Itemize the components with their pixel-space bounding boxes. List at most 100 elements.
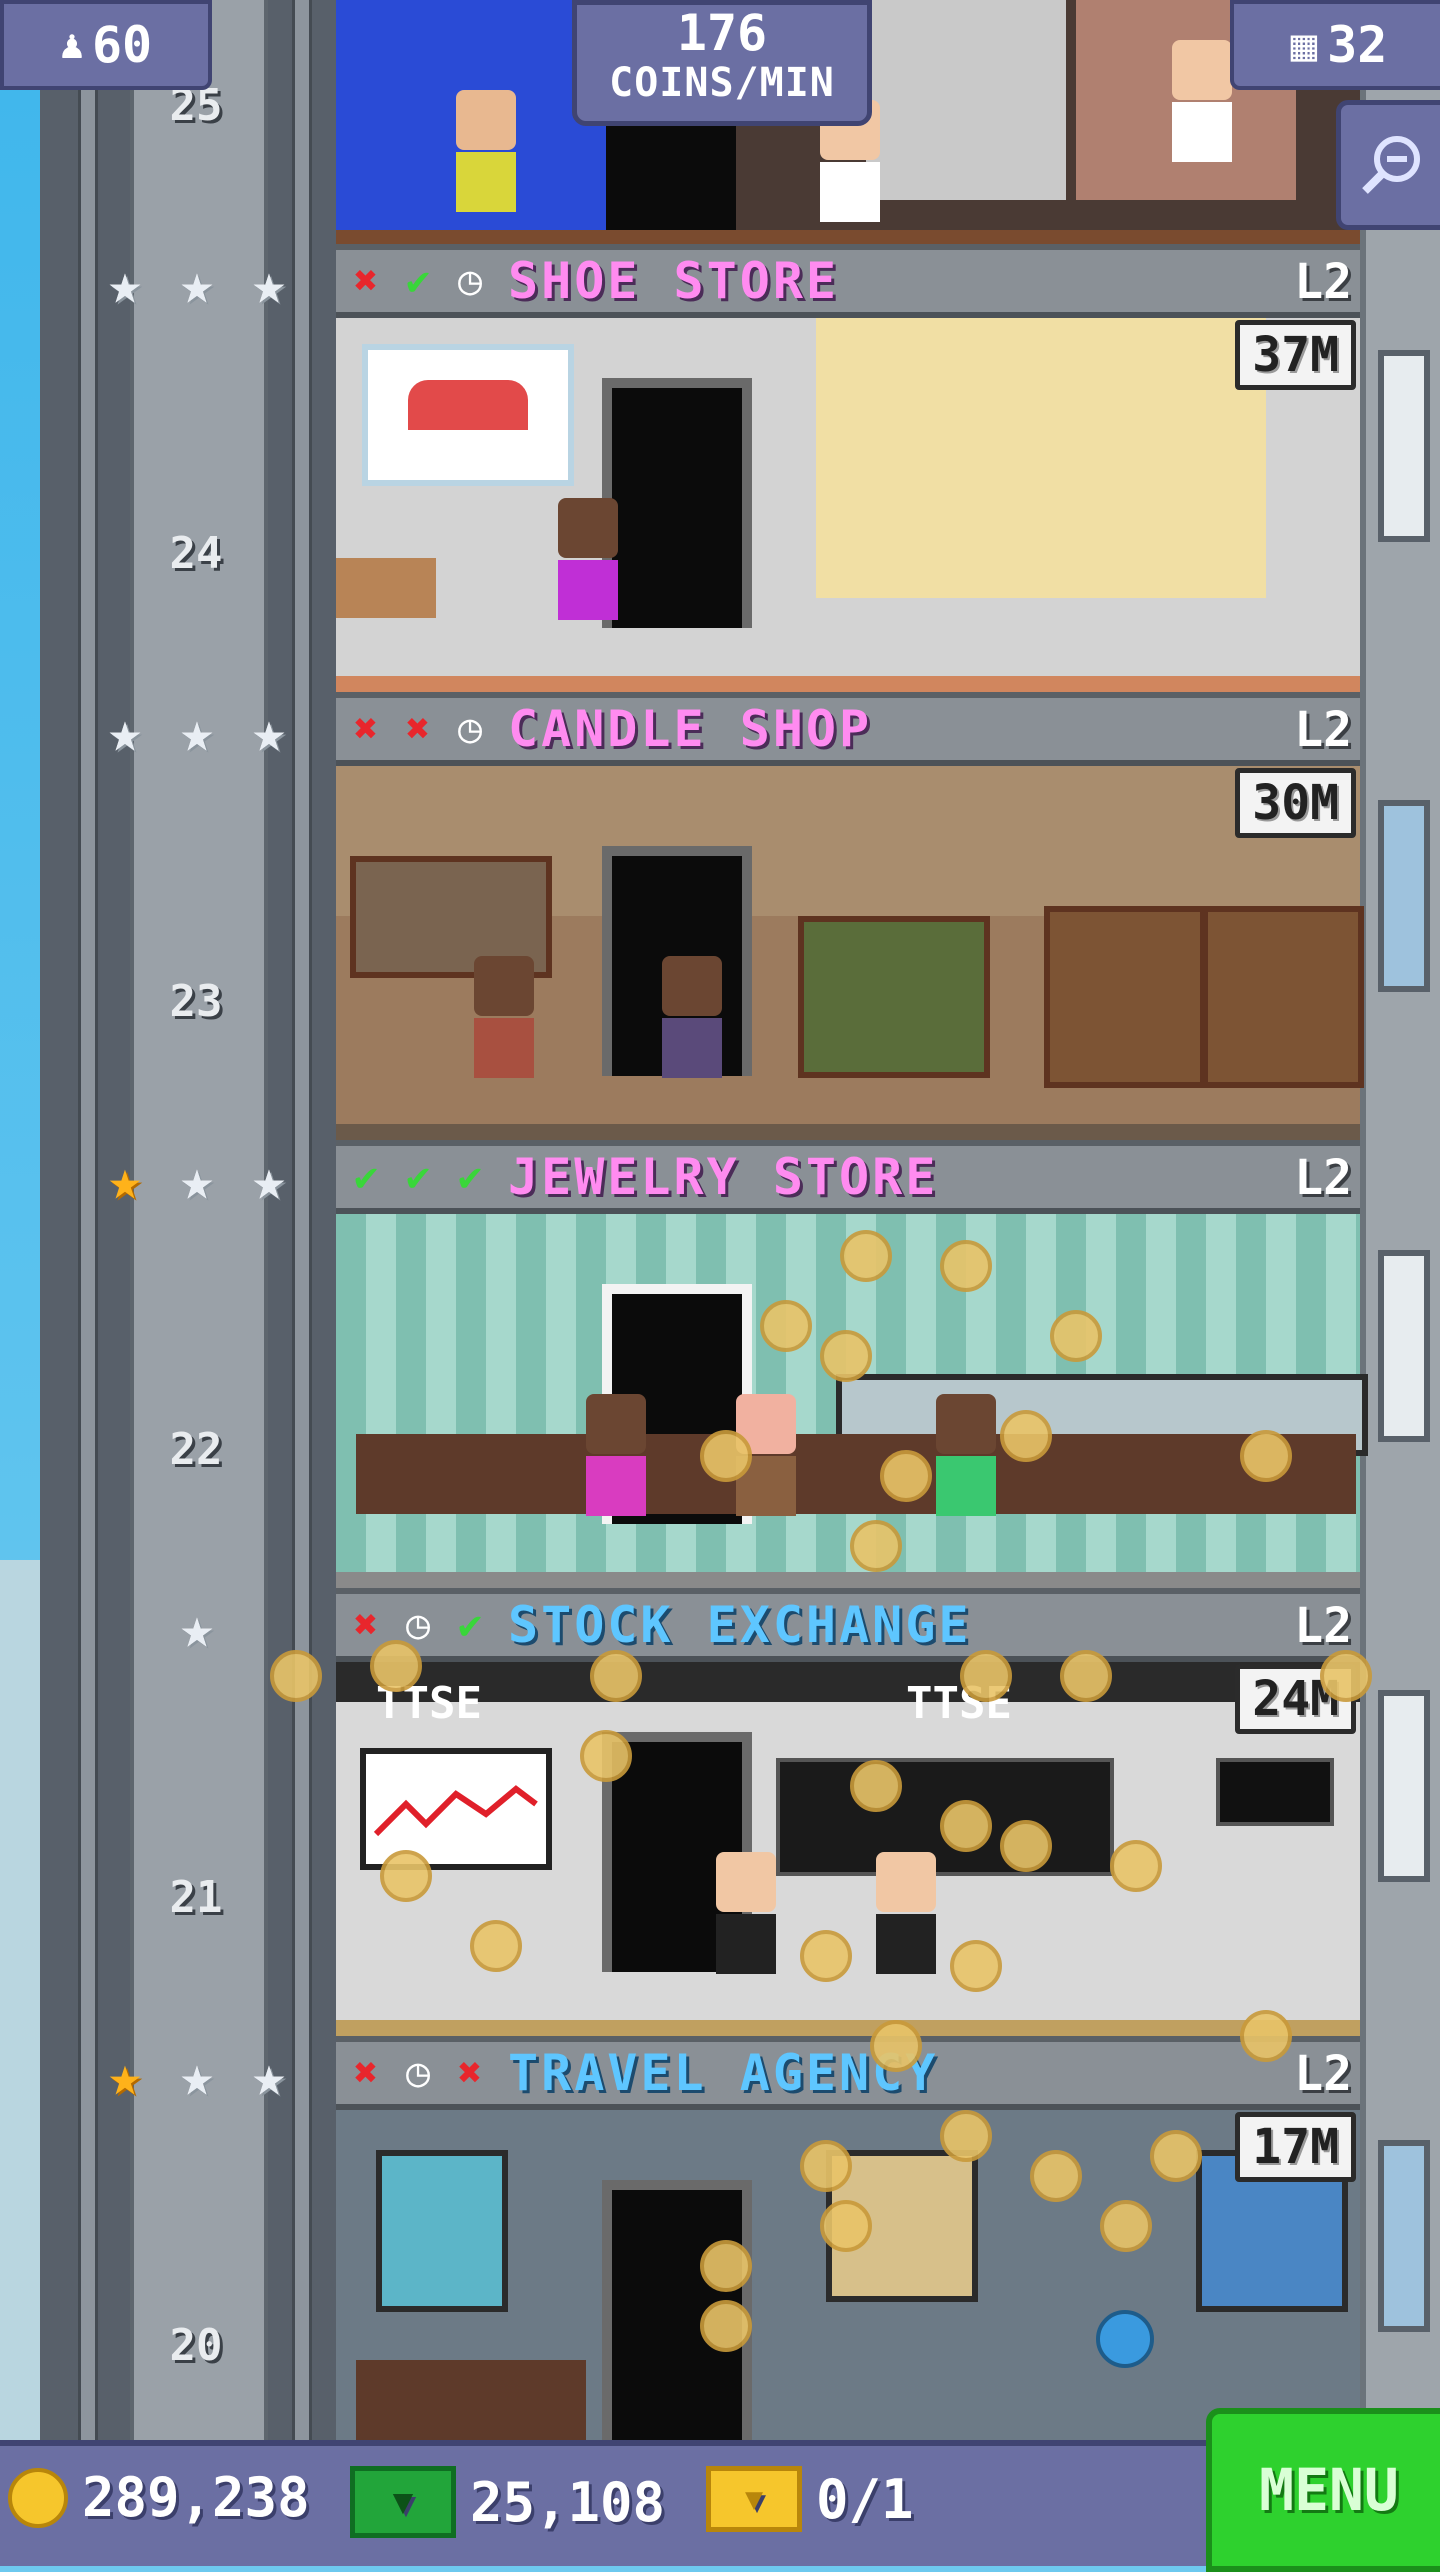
x-icon: ✖ — [405, 706, 431, 752]
exterior-window — [1378, 1690, 1430, 1882]
citizen[interactable] — [474, 956, 534, 1078]
silver-star-icon: ★ — [252, 1148, 286, 1213]
x-icon: ✖ — [457, 2050, 483, 2096]
coin-icon — [850, 1520, 902, 1572]
citizen[interactable] — [456, 90, 516, 212]
stock-badge: 37M — [1235, 320, 1356, 390]
store-level: L2 — [1294, 1598, 1352, 1654]
silver-star-icon: ★ — [180, 2044, 214, 2109]
store-name: CANDLE SHOP — [508, 700, 873, 758]
coins-per-min-unit: COINS/MIN — [609, 60, 835, 106]
floor-stars: ★ ★ ★ — [96, 256, 298, 314]
candle-shelf — [1202, 906, 1364, 1088]
tickets-display[interactable]: ▼ 0/1 — [706, 2466, 914, 2532]
x-icon: ✖ — [353, 258, 379, 304]
globe-icon — [1096, 2310, 1154, 2368]
coin-icon — [1240, 2010, 1292, 2062]
citizen[interactable] — [662, 956, 722, 1078]
coin-icon — [700, 1430, 752, 1482]
coin-icon — [800, 1930, 852, 1982]
check-icon: ✔ — [457, 1154, 483, 1200]
gold-star-icon: ★ — [108, 1148, 142, 1213]
shoe-display-wall — [816, 318, 1266, 598]
coin-icon — [850, 1760, 902, 1812]
coin-icon — [1150, 2130, 1202, 2182]
citizen[interactable] — [1172, 40, 1232, 162]
time-display — [1216, 1758, 1334, 1826]
coin-icon — [1240, 1430, 1292, 1482]
store-name: JEWELRY STORE — [508, 1148, 939, 1206]
coin-icon — [950, 1940, 1002, 1992]
stock-chart-graph — [373, 1785, 538, 1837]
coin-icon — [940, 2110, 992, 2162]
elevator-rail — [78, 0, 98, 2440]
coins-display[interactable]: 289,238 — [8, 2466, 310, 2529]
floor-23-candle-shop[interactable]: ✖ ✖ ◷ CANDLE SHOP L2 30M — [336, 692, 1364, 1140]
zoom-out-icon — [1362, 136, 1420, 194]
floor-stars: ★ ★ ★ — [96, 704, 298, 762]
silver-star-icon: ★ — [252, 700, 286, 765]
citizen[interactable] — [876, 1852, 936, 1974]
floor-line — [336, 1124, 1360, 1140]
floors-counter[interactable]: ▦ 32 — [1230, 0, 1440, 90]
coin-icon — [880, 1450, 932, 1502]
coin-icon — [270, 1650, 322, 1702]
zoom-out-button[interactable] — [1336, 100, 1440, 230]
coins-per-minute-display[interactable]: 176 COINS/MIN — [572, 0, 872, 126]
citizen[interactable] — [936, 1394, 996, 1516]
exterior-window — [1378, 1250, 1430, 1442]
doorway — [606, 110, 736, 230]
coin-icon — [960, 1650, 1012, 1702]
store-level: L2 — [1294, 254, 1352, 310]
ticket-icon: ▼ — [706, 2466, 802, 2532]
floor-24-shoe-store[interactable]: ✖ ✔ ◷ SHOE STORE L2 37M — [336, 244, 1360, 692]
counter — [336, 558, 436, 618]
coin-icon — [700, 2300, 752, 2352]
coins-value: 289,238 — [82, 2466, 310, 2529]
store-level: L2 — [1294, 2046, 1352, 2102]
floor-number: 22 — [169, 1424, 223, 1475]
x-icon: ✖ — [353, 2050, 379, 2096]
coin-icon — [700, 2240, 752, 2292]
coins-per-min-value: 176 — [676, 4, 768, 62]
stock-chart-screen — [360, 1748, 552, 1870]
coin-icon — [1110, 1840, 1162, 1892]
menu-button[interactable]: MENU — [1206, 2408, 1440, 2572]
person-icon: ♟ — [59, 22, 84, 68]
x-icon: ✖ — [353, 706, 379, 752]
floor-header: ✖ ✖ ◷ CANDLE SHOP L2 — [336, 692, 1360, 766]
silver-star-icon: ★ — [180, 1148, 214, 1213]
floor-room — [336, 318, 1360, 692]
floor-stars: ★ ★ ★ — [96, 1152, 298, 1210]
floor-line — [336, 676, 1360, 692]
exterior-window — [1378, 2140, 1430, 2332]
silver-star-icon: ★ — [108, 700, 142, 765]
floor-number: 24 — [169, 528, 223, 579]
check-icon: ✔ — [405, 1154, 431, 1200]
citizen[interactable] — [716, 1852, 776, 1974]
citizen[interactable] — [558, 498, 618, 620]
coin-icon — [1320, 1650, 1372, 1702]
citizen[interactable] — [586, 1394, 646, 1516]
silver-star-icon: ★ — [252, 2044, 286, 2109]
check-icon: ✔ — [457, 1602, 483, 1648]
candle-display — [798, 916, 990, 1078]
coin-icon — [870, 2020, 922, 2072]
floor-header: ✖ ✔ ◷ SHOE STORE L2 — [336, 244, 1360, 318]
floor-line — [336, 2020, 1360, 2036]
floor-room: TTSE TTSE — [336, 1662, 1360, 2036]
jewelry-counter — [356, 1434, 1356, 1514]
doorway — [602, 378, 752, 628]
travel-poster — [376, 2150, 508, 2312]
coin-icon — [1000, 1410, 1052, 1462]
coin-icon — [820, 2200, 872, 2252]
stock-badge: 17M — [1235, 2112, 1356, 2182]
coin-icon — [1030, 2150, 1082, 2202]
population-counter[interactable]: ♟ 60 — [0, 0, 212, 90]
store-name: SHOE STORE — [508, 252, 840, 310]
bux-display[interactable]: ▼ 25,108 — [350, 2466, 665, 2538]
exterior-window — [1378, 800, 1430, 992]
coin-icon — [8, 2467, 68, 2528]
bux-icon: ▼ — [350, 2466, 456, 2538]
store-level: L2 — [1294, 702, 1352, 758]
